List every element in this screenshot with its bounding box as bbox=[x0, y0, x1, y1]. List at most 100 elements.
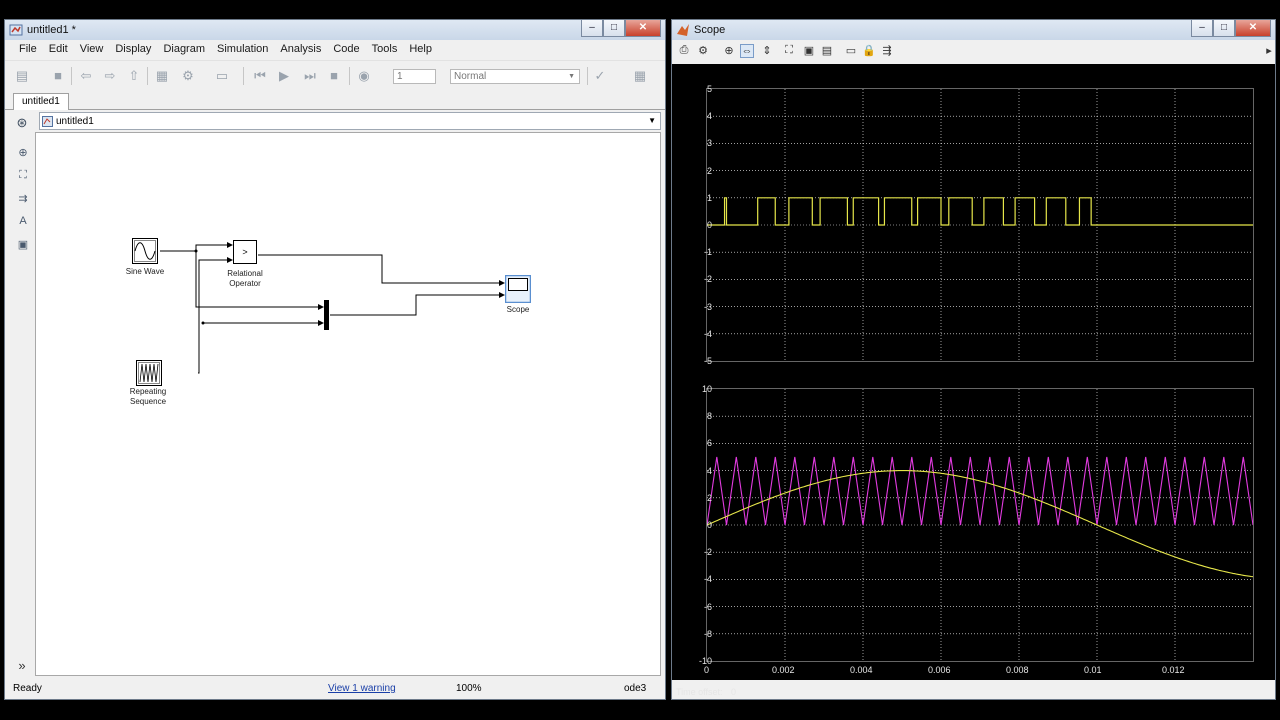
menu-help[interactable]: Help bbox=[403, 41, 438, 59]
mux-block[interactable] bbox=[324, 300, 329, 330]
menu-bar: File Edit View Display Diagram Simulatio… bbox=[5, 41, 665, 59]
pwm-series-line bbox=[707, 197, 1253, 226]
image-icon[interactable]: ▣ bbox=[15, 238, 31, 252]
warning-link[interactable]: View 1 warning bbox=[328, 683, 396, 694]
run-icon[interactable]: ▶ bbox=[275, 68, 293, 84]
lock-icon[interactable]: 🔒 bbox=[862, 44, 876, 58]
expand-icon[interactable]: » bbox=[13, 658, 31, 674]
step-forward-icon[interactable]: ⏭ bbox=[301, 68, 319, 84]
save-axes-icon[interactable]: ▣ bbox=[802, 44, 816, 58]
autoscale-icon[interactable]: ⛶ bbox=[782, 44, 796, 58]
x-tick-label: 0.01 bbox=[1084, 665, 1102, 675]
data-inspector-icon[interactable]: ▭ bbox=[213, 68, 231, 84]
toolbar-menu-icon[interactable]: ▸ bbox=[1262, 44, 1276, 58]
minimize-button[interactable]: – bbox=[1191, 20, 1213, 37]
fit-view-icon[interactable]: ⛶ bbox=[15, 169, 31, 183]
simulink-app-icon bbox=[9, 24, 23, 36]
build-icon[interactable]: ▦ bbox=[631, 68, 649, 84]
hide-browser-icon[interactable]: ⊛ bbox=[13, 115, 31, 131]
address-bar[interactable]: untitled1 ▼ bbox=[39, 112, 661, 130]
relational-operator-label-1: Relational bbox=[227, 269, 263, 278]
chevron-down-icon[interactable]: ▼ bbox=[648, 116, 656, 125]
menu-display[interactable]: Display bbox=[109, 41, 157, 59]
signal-selection-icon[interactable]: ⇶ bbox=[880, 44, 894, 58]
close-button[interactable]: ✕ bbox=[1235, 20, 1271, 37]
menu-tools[interactable]: Tools bbox=[366, 41, 404, 59]
arrows-icon[interactable]: ⇉ bbox=[15, 192, 31, 206]
parameters-icon[interactable]: ⚙ bbox=[696, 44, 710, 58]
top-axes-svg bbox=[707, 89, 1253, 361]
simulink-titlebar[interactable]: untitled1 * – □ ✕ bbox=[5, 20, 665, 40]
bottom-axes-svg bbox=[707, 389, 1253, 661]
menu-code[interactable]: Code bbox=[327, 41, 365, 59]
chevron-down-icon: ▼ bbox=[568, 73, 575, 80]
menu-view[interactable]: View bbox=[74, 41, 110, 59]
maximize-button[interactable]: □ bbox=[1213, 20, 1235, 37]
sine-wave-label: Sine Wave bbox=[125, 267, 165, 276]
step-back-icon[interactable]: ⏮ bbox=[251, 68, 269, 84]
stop-icon[interactable]: ■ bbox=[325, 68, 343, 84]
y-tick-label: -6 bbox=[703, 601, 712, 612]
minimize-button[interactable]: – bbox=[581, 20, 603, 37]
tab-untitled1[interactable]: untitled1 bbox=[13, 93, 69, 110]
palette-toolbar: ⊕ ⛶ ⇉ A ▣ bbox=[11, 146, 35, 261]
solver-name: ode3 bbox=[624, 683, 647, 694]
close-button[interactable]: ✕ bbox=[625, 20, 661, 37]
y-tick-label: 4 bbox=[706, 465, 712, 476]
model-settings-icon[interactable]: ⚙ bbox=[179, 68, 197, 84]
window-title: untitled1 * bbox=[27, 24, 76, 36]
model-canvas[interactable]: Sine Wave > Relational Operator Scope Re… bbox=[35, 132, 661, 676]
new-model-icon[interactable]: ▤ bbox=[13, 68, 31, 84]
repeating-sequence-label-2: Sequence bbox=[129, 397, 167, 406]
y-tick-label: 10 bbox=[701, 384, 712, 394]
time-offset-label: Time offset: bbox=[676, 687, 723, 697]
back-icon[interactable]: ⇦ bbox=[77, 68, 95, 84]
bottom-axes[interactable] bbox=[706, 388, 1254, 662]
matlab-icon bbox=[677, 24, 689, 36]
top-axes[interactable] bbox=[706, 88, 1254, 362]
scope-title: Scope bbox=[694, 24, 726, 36]
maximize-button[interactable]: □ bbox=[603, 20, 625, 37]
zoom-x-icon[interactable]: ⇔ bbox=[740, 44, 754, 58]
record-icon[interactable]: ◉ bbox=[355, 68, 373, 84]
library-browser-icon[interactable]: ▦ bbox=[153, 68, 171, 84]
y-tick-label: 2 bbox=[706, 165, 712, 176]
menu-simulation[interactable]: Simulation bbox=[211, 41, 274, 59]
simulation-mode-select[interactable]: Normal ▼ bbox=[450, 69, 580, 84]
save-icon[interactable]: ■ bbox=[49, 68, 67, 84]
main-toolbar: ▤ ■ ⇦ ⇨ ⇧ ▦ ⚙ ▭ ⏮ ▶ ⏭ ■ ◉ 1 Normal ▼ ✓ ▦ bbox=[5, 60, 665, 90]
triangle-series-line bbox=[707, 456, 1253, 526]
forward-icon[interactable]: ⇨ bbox=[101, 68, 119, 84]
zoom-icon[interactable]: ⊕ bbox=[15, 146, 31, 160]
sine-wave-block[interactable] bbox=[132, 238, 158, 264]
annotation-icon[interactable]: A bbox=[15, 215, 31, 229]
floating-scope-icon[interactable]: ▭ bbox=[844, 44, 858, 58]
scope-titlebar[interactable]: Scope – □ ✕ bbox=[672, 20, 1275, 40]
print-icon[interactable]: ⎙ bbox=[677, 44, 691, 58]
status-text: Ready bbox=[13, 683, 42, 694]
y-tick-label: 6 bbox=[706, 438, 712, 449]
up-icon[interactable]: ⇧ bbox=[125, 68, 143, 84]
y-tick-label: -4 bbox=[703, 574, 712, 585]
stop-time-input[interactable]: 1 bbox=[393, 69, 436, 84]
menu-file[interactable]: File bbox=[13, 41, 43, 59]
y-tick-label: -3 bbox=[703, 301, 712, 312]
y-tick-label: 2 bbox=[706, 492, 712, 503]
zoom-y-icon[interactable]: ⇕ bbox=[760, 44, 774, 58]
scope-block[interactable] bbox=[505, 275, 531, 303]
menu-edit[interactable]: Edit bbox=[43, 41, 74, 59]
time-offset: Time offset: 0 bbox=[676, 687, 736, 697]
menu-analysis[interactable]: Analysis bbox=[274, 41, 327, 59]
restore-axes-icon[interactable]: ▤ bbox=[820, 44, 834, 58]
model-advisor-icon[interactable]: ✓ bbox=[591, 68, 609, 84]
relational-operator-block[interactable]: > bbox=[233, 240, 257, 264]
menu-diagram[interactable]: Diagram bbox=[157, 41, 211, 59]
model-icon bbox=[42, 116, 53, 127]
breadcrumb: untitled1 bbox=[56, 116, 94, 127]
y-tick-label: -8 bbox=[703, 628, 712, 639]
x-tick-label: 0.006 bbox=[928, 665, 951, 675]
repeating-sequence-label-1: Repeating bbox=[129, 387, 167, 396]
zoom-in-icon[interactable]: ⊕ bbox=[722, 44, 736, 58]
simulink-window: untitled1 * – □ ✕ File Edit View Display… bbox=[4, 19, 666, 700]
repeating-sequence-block[interactable] bbox=[136, 360, 162, 386]
